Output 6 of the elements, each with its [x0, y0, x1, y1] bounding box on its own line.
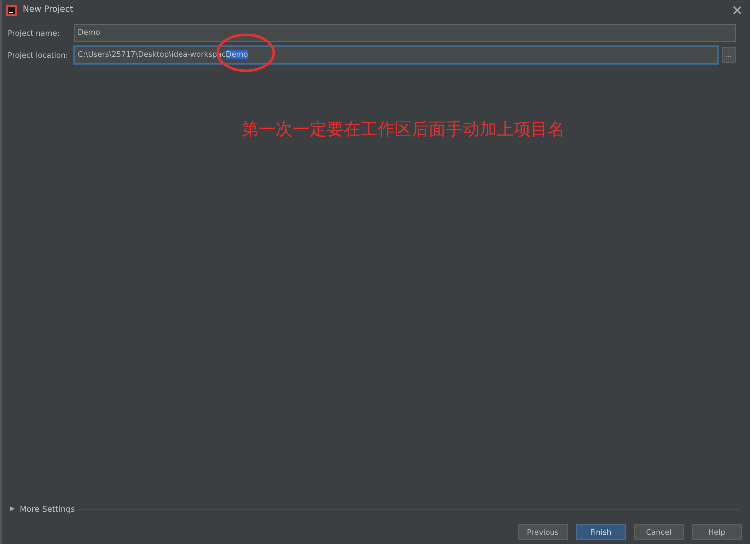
annotation-text: 第一次一定要在工作区后面手动加上项目名 [242, 120, 565, 140]
window-title: New Project [23, 5, 74, 15]
more-settings-toggle[interactable]: More Settings [10, 504, 76, 514]
app-icon [6, 4, 17, 16]
close-icon[interactable] [733, 6, 742, 14]
expand-triangle-icon [10, 506, 15, 512]
